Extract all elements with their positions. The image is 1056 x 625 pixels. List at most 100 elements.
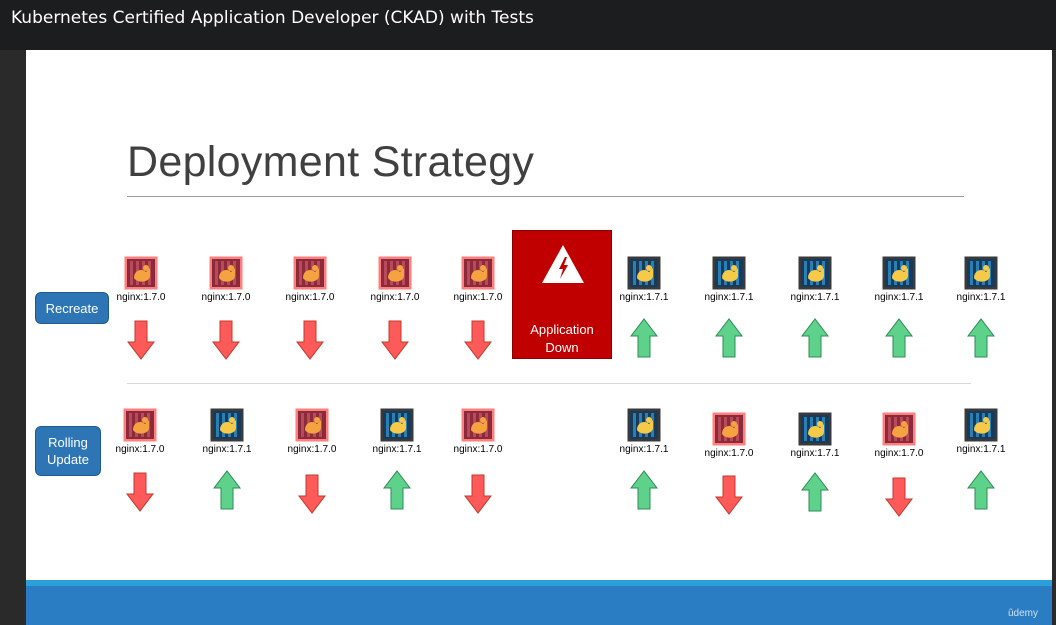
section-divider: [127, 383, 971, 384]
pod-version-label: nginx:1.7.0: [453, 292, 503, 303]
nginx-new-pod-icon: [712, 256, 746, 290]
nginx-old-pod-icon: [882, 412, 916, 446]
nginx-old-pod-icon: [378, 256, 412, 290]
down-arrow-icon: [295, 320, 325, 360]
nginx-new-pod-icon: [882, 256, 916, 290]
down-arrow-icon: [884, 477, 914, 517]
rolling-pod-10: nginx:1.7.1: [951, 408, 1011, 455]
slide-footer-stripe: [26, 580, 1052, 586]
pod-version-label: nginx:1.7.0: [287, 444, 337, 455]
recreate-pod-7: nginx:1.7.1: [699, 256, 759, 303]
pod-version-label: nginx:1.7.0: [874, 448, 924, 459]
pod-version-label: nginx:1.7.1: [874, 292, 924, 303]
rolling-label-text: Rolling Update: [47, 434, 89, 468]
pod-version-label: nginx:1.7.1: [704, 292, 754, 303]
up-arrow-icon: [966, 318, 996, 358]
down-arrow-icon: [211, 320, 241, 360]
pod-version-label: nginx:1.7.1: [619, 292, 669, 303]
warning-icon: [542, 245, 584, 283]
up-arrow-icon: [714, 318, 744, 358]
nginx-new-pod-icon: [210, 408, 244, 442]
pod-version-label: nginx:1.7.1: [790, 448, 840, 459]
pod-version-label: nginx:1.7.0: [370, 292, 420, 303]
up-arrow-icon: [884, 318, 914, 358]
nginx-old-pod-icon: [295, 408, 329, 442]
down-arrow-icon: [380, 320, 410, 360]
pod-version-label: nginx:1.7.1: [956, 444, 1006, 455]
rolling-pod-8: nginx:1.7.1: [785, 412, 845, 459]
recreate-pod-10: nginx:1.7.1: [951, 256, 1011, 303]
nginx-new-pod-icon: [964, 408, 998, 442]
down-arrow-icon: [714, 475, 744, 515]
application-down-text: Application Down: [513, 321, 611, 357]
app-down-line2: Down: [545, 340, 579, 355]
rolling-pod-5: nginx:1.7.0: [448, 408, 508, 455]
nginx-old-pod-icon: [712, 412, 746, 446]
pod-version-label: nginx:1.7.0: [115, 444, 165, 455]
recreate-pod-3: nginx:1.7.0: [280, 256, 340, 303]
video-header: Kubernetes Certified Application Develop…: [0, 0, 1056, 50]
rolling-label-line2: Update: [47, 452, 89, 467]
recreate-pod-9: nginx:1.7.1: [869, 256, 929, 303]
up-arrow-icon: [800, 472, 830, 512]
up-arrow-icon: [629, 470, 659, 510]
rolling-pod-3: nginx:1.7.0: [282, 408, 342, 455]
recreate-pod-4: nginx:1.7.0: [365, 256, 425, 303]
recreate-pod-6: nginx:1.7.1: [614, 256, 674, 303]
nginx-new-pod-icon: [798, 256, 832, 290]
nginx-old-pod-icon: [461, 408, 495, 442]
up-arrow-icon: [629, 318, 659, 358]
nginx-old-pod-icon: [124, 256, 158, 290]
title-divider: [127, 196, 964, 197]
nginx-old-pod-icon: [209, 256, 243, 290]
rolling-pod-9: nginx:1.7.0: [869, 412, 929, 459]
application-down-box: Application Down: [512, 230, 612, 359]
recreate-pod-2: nginx:1.7.0: [196, 256, 256, 303]
rolling-pod-2: nginx:1.7.1: [197, 408, 257, 455]
course-title: Kubernetes Certified Application Develop…: [11, 8, 534, 28]
nginx-old-pod-icon: [293, 256, 327, 290]
nginx-new-pod-icon: [627, 408, 661, 442]
rolling-pod-1: nginx:1.7.0: [110, 408, 170, 455]
pod-version-label: nginx:1.7.0: [704, 448, 754, 459]
down-arrow-icon: [463, 320, 493, 360]
pod-version-label: nginx:1.7.1: [956, 292, 1006, 303]
pod-version-label: nginx:1.7.1: [202, 444, 252, 455]
nginx-new-pod-icon: [798, 412, 832, 446]
up-arrow-icon: [966, 470, 996, 510]
pod-version-label: nginx:1.7.1: [372, 444, 422, 455]
down-arrow-icon: [463, 474, 493, 514]
nginx-new-pod-icon: [627, 256, 661, 290]
rolling-pod-6: nginx:1.7.1: [614, 408, 674, 455]
udemy-watermark: ûdemy: [1008, 608, 1039, 619]
nginx-new-pod-icon: [964, 256, 998, 290]
slide-footer-band: [26, 580, 1052, 625]
lecture-slide: Deployment Strategy Recreate Rolling Upd…: [26, 50, 1052, 625]
nginx-new-pod-icon: [380, 408, 414, 442]
video-letterbox-left: [0, 50, 26, 625]
up-arrow-icon: [800, 318, 830, 358]
rolling-label-line1: Rolling: [48, 435, 88, 450]
app-down-line1: Application: [530, 322, 594, 337]
rolling-update-strategy-label: Rolling Update: [35, 426, 101, 476]
down-arrow-icon: [125, 472, 155, 512]
pod-version-label: nginx:1.7.1: [790, 292, 840, 303]
rolling-pod-7: nginx:1.7.0: [699, 412, 759, 459]
down-arrow-icon: [297, 474, 327, 514]
recreate-pod-8: nginx:1.7.1: [785, 256, 845, 303]
up-arrow-icon: [212, 470, 242, 510]
video-letterbox-right: [1052, 50, 1056, 625]
nginx-old-pod-icon: [461, 256, 495, 290]
pod-version-label: nginx:1.7.1: [619, 444, 669, 455]
recreate-pod-1: nginx:1.7.0: [111, 256, 171, 303]
pod-version-label: nginx:1.7.0: [116, 292, 166, 303]
rolling-pod-4: nginx:1.7.1: [367, 408, 427, 455]
up-arrow-icon: [382, 470, 412, 510]
pod-version-label: nginx:1.7.0: [285, 292, 335, 303]
pod-version-label: nginx:1.7.0: [453, 444, 503, 455]
nginx-old-pod-icon: [123, 408, 157, 442]
recreate-label-text: Recreate: [45, 300, 99, 316]
slide-title: Deployment Strategy: [127, 138, 535, 186]
down-arrow-icon: [126, 320, 156, 360]
recreate-strategy-label: Recreate: [35, 292, 109, 324]
